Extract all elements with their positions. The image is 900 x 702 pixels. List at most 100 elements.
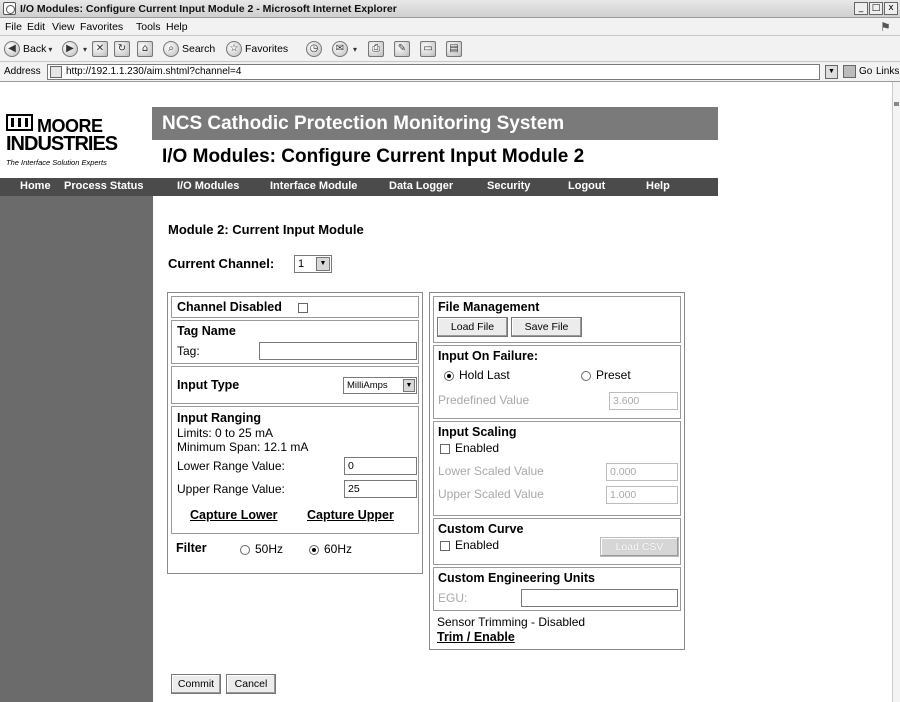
moore-industries-logo: MOORE INDUSTRIES The Interface Solution … <box>4 108 154 176</box>
system-title: NCS Cathodic Protection Monitoring Syste… <box>162 113 565 134</box>
lower-scaled-value-label: Lower Scaled Value <box>438 464 544 478</box>
input-type-label: Input Type <box>177 378 240 392</box>
mail-button[interactable]: ✉ ▾ <box>332 40 357 58</box>
system-header: NCS Cathodic Protection Monitoring Syste… <box>152 107 718 140</box>
commit-button[interactable]: Commit <box>171 674 221 694</box>
menu-help[interactable]: Help <box>166 21 188 33</box>
channel-disabled-checkbox[interactable] <box>298 303 308 313</box>
search-button[interactable]: ⌕ Search <box>163 40 215 58</box>
current-channel-select[interactable]: 1 ▼ <box>294 255 332 273</box>
channel-disabled-section: Channel Disabled <box>171 296 419 318</box>
close-button[interactable]: x <box>884 2 898 15</box>
discuss-button[interactable]: ▭ <box>420 40 439 58</box>
capture-lower-link[interactable]: Capture Lower <box>190 508 278 522</box>
vertical-scrollbar[interactable] <box>892 82 900 702</box>
menu-tools[interactable]: Tools <box>136 21 161 33</box>
address-bar: Address http://192.1.1.230/aim.shtml?cha… <box>0 62 900 82</box>
home-icon: ⌂ <box>137 41 153 57</box>
hold-last-label: Hold Last <box>459 368 510 382</box>
refresh-icon: ↻ <box>114 41 130 57</box>
preset-radio[interactable] <box>581 371 591 381</box>
nav-help[interactable]: Help <box>646 180 670 192</box>
favorites-label: Favorites <box>245 43 289 55</box>
nav-home[interactable]: Home <box>20 180 51 192</box>
menu-favorites[interactable]: Favorites <box>80 21 123 33</box>
page-title: I/O Modules: Configure Current Input Mod… <box>162 146 585 167</box>
input-type-select[interactable]: MilliAmps ▼ <box>343 377 417 394</box>
channel-config-panel: Channel Disabled Tag Name Tag: Input Typ… <box>167 292 423 574</box>
input-on-failure-section: Input On Failure: Hold Last Preset Prede… <box>433 345 681 419</box>
menu-bar: File Edit View Favorites Tools Help ⚑ <box>0 18 900 36</box>
lower-range-label: Lower Range Value: <box>177 459 285 473</box>
messenger-button[interactable]: ▤ <box>446 40 465 58</box>
current-channel-label: Current Channel: <box>168 256 275 271</box>
module-title: Module 2: Current Input Module <box>168 222 364 237</box>
go-label: Go <box>859 66 873 78</box>
address-dropdown-icon[interactable]: ▼ <box>825 65 838 79</box>
filter-60hz-radio[interactable] <box>309 545 319 555</box>
cancel-button[interactable]: Cancel <box>226 674 276 694</box>
address-url: http://192.1.1.230/aim.shtml?channel=4 <box>66 66 242 77</box>
home-button[interactable]: ⌂ <box>137 40 156 58</box>
input-scaling-section: Input Scaling Enabled Lower Scaled Value… <box>433 421 681 516</box>
nav-logout[interactable]: Logout <box>568 180 605 192</box>
menu-file[interactable]: File <box>5 21 22 33</box>
capture-upper-link[interactable]: Capture Upper <box>307 508 394 522</box>
curve-enabled-checkbox[interactable] <box>440 541 450 551</box>
edit-button[interactable]: ✎ <box>394 40 413 58</box>
scaling-enabled-label: Enabled <box>455 441 500 455</box>
mail-dropdown-icon: ▾ <box>353 44 358 54</box>
nav-interface-module[interactable]: Interface Module <box>270 180 357 192</box>
nav-security[interactable]: Security <box>487 180 530 192</box>
maximize-button[interactable]: □ <box>869 2 883 15</box>
menu-view[interactable]: View <box>52 21 75 33</box>
address-input[interactable]: http://192.1.1.230/aim.shtml?channel=4 <box>47 64 820 80</box>
back-dropdown-icon: ▾ <box>48 44 53 54</box>
hold-last-radio[interactable] <box>444 371 454 381</box>
tag-name-heading: Tag Name <box>177 324 236 338</box>
menu-edit[interactable]: Edit <box>27 21 45 33</box>
favorites-button[interactable]: ☆ Favorites <box>226 40 288 58</box>
upper-scaled-value-input[interactable]: 1.000 <box>606 486 678 504</box>
lower-range-input[interactable]: 0 <box>344 457 417 475</box>
refresh-button[interactable]: ↻ <box>114 40 133 58</box>
input-ranging-section: Input Ranging Limits: 0 to 25 mA Minimum… <box>171 406 419 534</box>
links-button[interactable]: Links <box>876 66 899 77</box>
window-title: I/O Modules: Configure Current Input Mod… <box>20 3 397 15</box>
minimize-button[interactable]: _ <box>854 2 868 15</box>
history-button[interactable]: ◷ <box>306 40 325 58</box>
load-csv-button[interactable]: Load CSV <box>600 537 679 557</box>
preset-label: Preset <box>596 368 631 382</box>
load-file-button[interactable]: Load File <box>437 317 508 337</box>
back-button[interactable]: ◀ Back ▾ <box>4 40 52 58</box>
input-type-section: Input Type MilliAmps ▼ <box>171 366 419 404</box>
tag-input[interactable] <box>259 342 417 360</box>
save-file-button[interactable]: Save File <box>511 317 582 337</box>
filter-60hz-label: 60Hz <box>324 542 353 556</box>
page-content: MOORE INDUSTRIES The Interface Solution … <box>0 82 900 702</box>
sensor-trimming-status: Sensor Trimming - Disabled <box>437 615 586 629</box>
nav-process-status[interactable]: Process Status <box>64 180 143 192</box>
print-button[interactable]: ⎙ <box>368 40 387 58</box>
address-label: Address <box>4 66 41 77</box>
history-icon: ◷ <box>306 41 322 57</box>
upper-range-input[interactable]: 25 <box>344 480 417 498</box>
scaling-enabled-checkbox[interactable] <box>440 444 450 454</box>
module-options-panel: File Management Load File Save File Inpu… <box>429 292 685 650</box>
page-icon <box>50 66 62 78</box>
input-scaling-heading: Input Scaling <box>438 425 517 439</box>
predefined-value-input[interactable]: 3.600 <box>609 392 678 410</box>
forward-button[interactable]: ▶ ▾ <box>62 40 87 58</box>
filter-50hz-radio[interactable] <box>240 545 250 555</box>
nav-data-logger[interactable]: Data Logger <box>389 180 453 192</box>
nav-io-modules[interactable]: I/O Modules <box>177 180 239 192</box>
go-button[interactable]: Go <box>843 65 872 78</box>
trim-enable-link[interactable]: Trim / Enable <box>437 630 515 644</box>
search-icon: ⌕ <box>163 41 179 57</box>
lower-scaled-value-input[interactable]: 0.000 <box>606 463 678 481</box>
stop-button[interactable]: ✕ <box>92 40 111 58</box>
egu-input[interactable] <box>521 589 678 607</box>
filter-label: Filter <box>176 541 207 555</box>
sensor-trimming-section: Sensor Trimming - Disabled Trim / Enable <box>433 613 681 647</box>
channel-disabled-label: Channel Disabled <box>177 300 282 314</box>
